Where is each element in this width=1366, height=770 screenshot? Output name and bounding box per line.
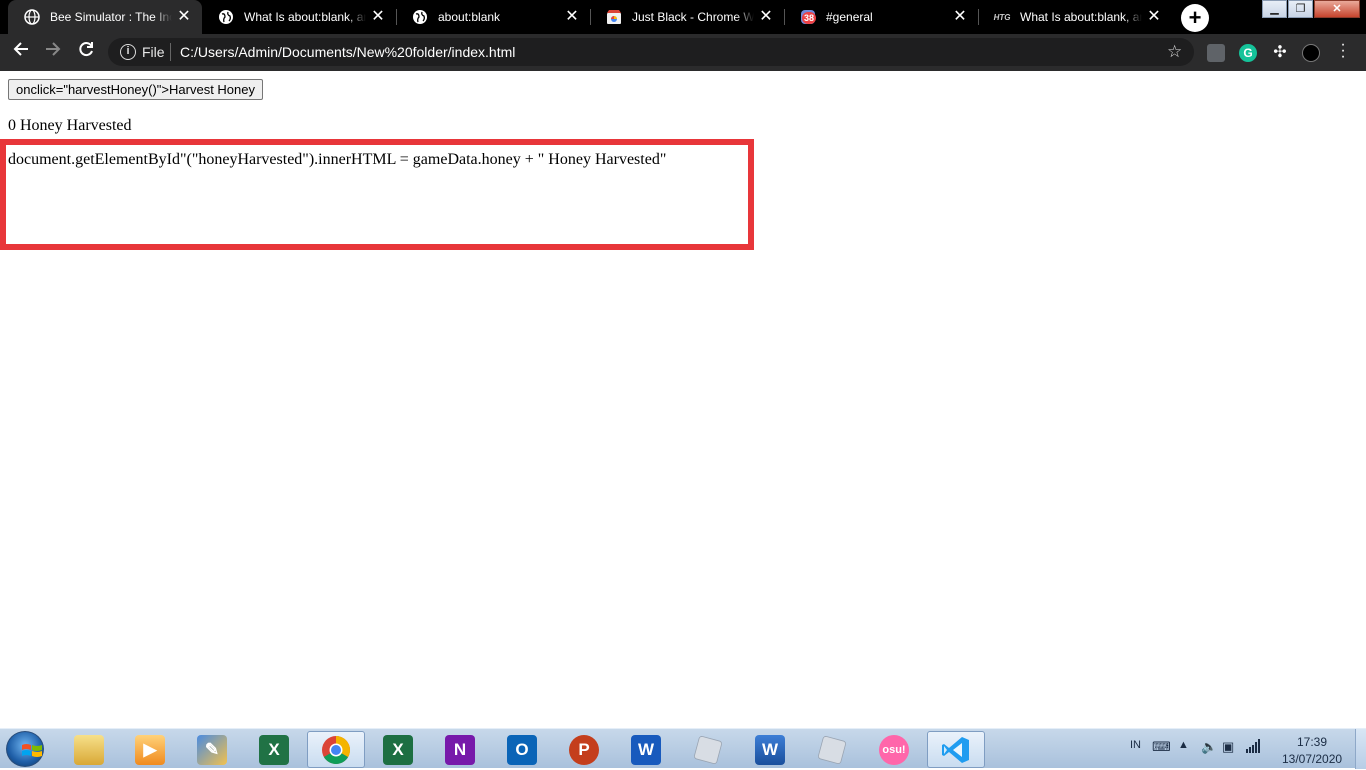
tab-just-black[interactable]: Just Black - Chrome Web Store ✕ [590,0,784,34]
taskbar-chrome[interactable] [307,731,365,768]
store-icon [606,9,622,25]
taskbar-powerpoint[interactable]: P [555,731,613,768]
puzzle-icon[interactable]: ✣ [1271,44,1289,62]
reload-button[interactable] [74,40,98,64]
clock-date[interactable]: 13/07/2020 [1282,752,1342,766]
show-desktop-button[interactable] [1355,729,1366,769]
window-controls: ▁ ❐ ✕ [1261,0,1360,20]
excel-icon: X [383,734,413,765]
taskbar-osu[interactable]: osu! [865,731,923,768]
arrow-left-icon [13,42,28,56]
vscode-icon [941,735,971,765]
arrow-right-icon [46,42,61,56]
htg-icon-text: HTG [993,12,1011,22]
windows-logo-icon [22,744,42,757]
honey-count-text: 0 Honey Harvested [8,117,132,134]
tab-title: #general [826,10,873,24]
avatar[interactable] [1302,44,1320,62]
grammarly-icon[interactable]: G [1239,44,1257,62]
power-icon[interactable]: ▣ [1222,739,1234,755]
keyboard-icon[interactable]: ⌨ [1152,739,1171,755]
tab-about-blank[interactable]: about:blank ✕ [396,0,590,34]
globe-icon [24,9,40,25]
tab-title: Just Black - Chrome Web Store [632,10,754,24]
start-button[interactable] [6,731,44,767]
network-icon[interactable] [1246,739,1262,756]
minimize-button[interactable]: ▁ [1262,0,1287,18]
reload-icon [79,42,93,57]
close-window-button[interactable]: ✕ [1314,0,1360,18]
show-hidden-icons-icon[interactable]: ▲ [1178,739,1189,751]
taskbar-excel-legacy[interactable]: X [245,731,303,768]
globe-icon [218,9,234,25]
clock-time[interactable]: 17:39 [1297,735,1327,749]
tab-strip: Bee Simulator : The Incremental Game ✕ W… [0,0,1366,34]
close-icon[interactable]: ✕ [176,9,192,25]
scheme-label: File [142,44,165,60]
new-tab-button[interactable]: + [1181,4,1209,32]
taskbar-onenote[interactable]: N [431,731,489,768]
taskbar-vscode[interactable] [927,731,985,768]
code-line: document.getElementById"("honeyHarvested… [8,151,667,168]
bookmark-star-icon[interactable]: ☆ [1167,42,1182,62]
volume-icon[interactable]: 🔈 [1201,739,1217,755]
tab-bee-simulator[interactable]: Bee Simulator : The Incremental Game ✕ [8,0,202,34]
taskbar-media-player[interactable]: ▶ [121,731,179,768]
taskbar-roblox[interactable] [803,731,861,768]
info-icon[interactable]: i [120,44,136,60]
outlook-icon: O [507,734,537,765]
taskbar-paint-tool[interactable]: ✎ [183,731,241,768]
taskbar-outlook[interactable]: O [493,731,551,768]
chrome-icon [321,735,351,765]
paint-icon: ✎ [197,734,227,765]
tab-title: What Is about:blank, and Why [1020,10,1142,24]
tab-general[interactable]: 38 #general ✕ [784,0,978,34]
taskbar-file-explorer[interactable] [60,731,118,768]
tab-htg[interactable]: HTG What Is about:blank, and Why ✕ [978,0,1172,34]
taskbar-roblox-studio[interactable] [679,731,737,768]
restore-button[interactable]: ❐ [1288,0,1313,18]
page-content: onclick="harvestHoney()">Harvest Honey 0… [0,71,1366,728]
url-text[interactable]: C:/Users/Admin/Documents/New%20folder/in… [180,44,515,60]
osu-icon: osu! [879,734,909,765]
close-icon[interactable]: ✕ [1146,9,1162,25]
excel-icon: X [259,734,289,765]
taskbar-word-legacy[interactable]: W [741,731,799,768]
close-icon[interactable]: ✕ [370,9,386,25]
forward-button[interactable] [41,40,65,64]
globe-icon [412,9,428,25]
notification-badge: 38 [802,12,816,24]
menu-dots-icon[interactable]: · · · [1338,37,1348,65]
roblox-icon [693,734,723,765]
language-indicator[interactable]: IN [1130,739,1141,751]
taskbar: ▶ ✎ X X N O P W W osu! IN ⌨ ▲ 🔈 ▣ 17:39 … [0,728,1366,769]
taskbar-excel[interactable]: X [369,731,427,768]
tab-title: What Is about:blank, and Why [244,10,366,24]
harvest-honey-button[interactable]: onclick="harvestHoney()">Harvest Honey [8,79,263,100]
tab-title: Bee Simulator : The Incremental Game [50,10,172,24]
tab-title: about:blank [438,10,501,24]
close-icon[interactable]: ✕ [952,9,968,25]
play-icon: ▶ [135,734,165,765]
folder-icon [74,734,104,765]
back-button[interactable] [9,40,33,64]
extension-icon[interactable] [1207,44,1225,62]
discord-icon: 38 [800,9,816,25]
roblox-icon [817,734,847,765]
powerpoint-icon: P [569,734,599,765]
close-icon[interactable]: ✕ [564,9,580,25]
word-icon: W [755,734,785,765]
htg-icon: HTG [993,9,1011,25]
omnibox-separator [170,43,171,61]
word-icon: W [631,734,661,765]
tab-what-is-about-blank[interactable]: What Is about:blank, and Why ✕ [202,0,396,34]
taskbar-word[interactable]: W [617,731,675,768]
onenote-icon: N [445,734,475,765]
close-icon[interactable]: ✕ [758,9,774,25]
